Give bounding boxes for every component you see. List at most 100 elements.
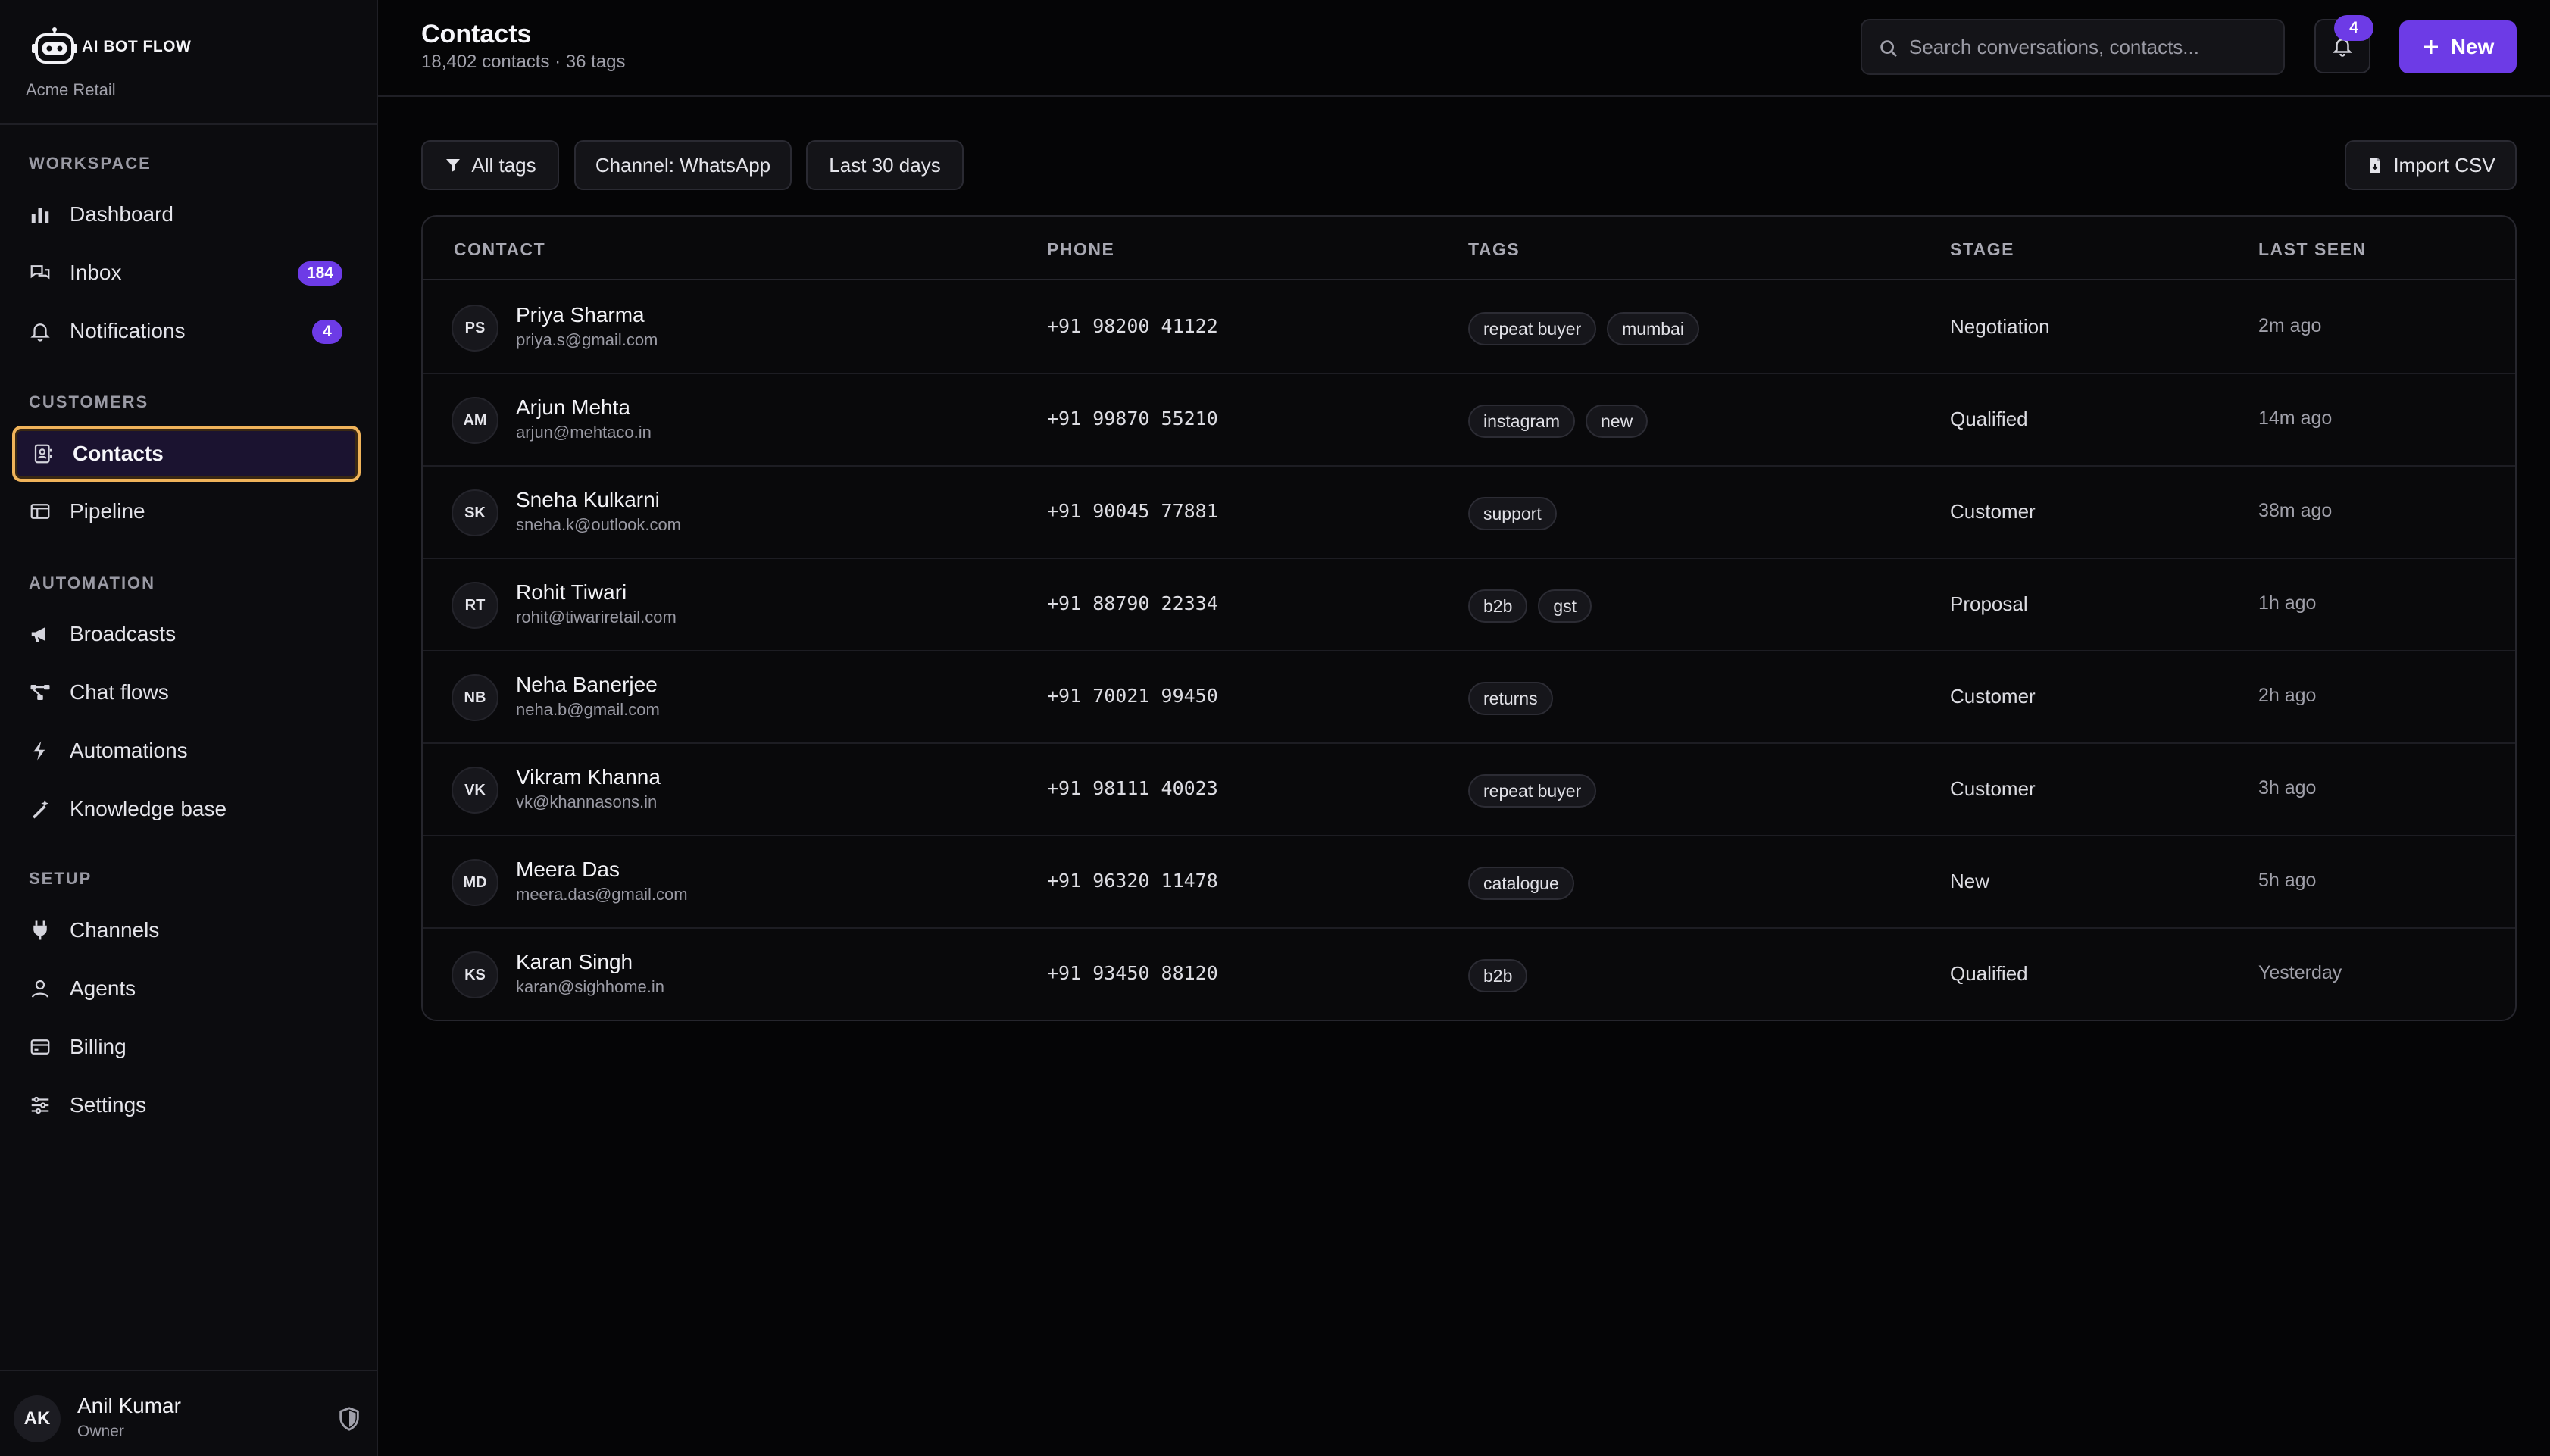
column-header-tags[interactable]: TAGS xyxy=(1468,239,1520,260)
sidebar-item-agents[interactable]: Agents xyxy=(12,962,361,1015)
contact-phone: +91 99870 55210 xyxy=(1047,408,1218,430)
pipeline-board-icon xyxy=(27,498,53,524)
tag-pill[interactable]: instagram xyxy=(1468,405,1575,438)
last-seen: 2m ago xyxy=(2258,315,2322,336)
avatar: PS xyxy=(452,305,498,352)
avatar: KS xyxy=(452,951,498,998)
all-tags-filter[interactable]: All tags xyxy=(421,140,559,190)
table-header: CONTACT PHONE TAGS STAGE LAST SEEN xyxy=(423,217,2515,280)
table-row[interactable]: VK Vikram Khanna vk@khannasons.in +91 98111… xyxy=(423,744,2515,836)
import-csv-button[interactable]: Import CSV xyxy=(2345,140,2517,190)
tag-pill[interactable]: catalogue xyxy=(1468,867,1574,900)
table-row[interactable]: MD Meera Das meera.das@gmail.com +91 96320 … xyxy=(423,836,2515,929)
shield-icon[interactable] xyxy=(336,1406,362,1432)
table-row[interactable]: PS Priya Sharma priya.s@gmail.com +91 98200… xyxy=(423,282,2515,374)
brand-name: AI BOT FLOW xyxy=(82,38,192,55)
contact-name[interactable]: Karan Singh xyxy=(516,950,633,974)
last-seen: 1h ago xyxy=(2258,592,2317,614)
contact-name[interactable]: Neha Banerjee xyxy=(516,673,658,697)
contact-name[interactable]: Rohit Tiwari xyxy=(516,580,627,605)
column-header-last-seen[interactable]: LAST SEEN xyxy=(2258,239,2367,260)
last-seen: 3h ago xyxy=(2258,777,2317,798)
date-range-filter[interactable]: Last 30 days xyxy=(806,140,964,190)
user-name: Anil Kumar xyxy=(77,1394,181,1417)
sidebar-item-contacts[interactable]: Contacts xyxy=(12,426,361,482)
sidebar-item-label: Billing xyxy=(70,1035,127,1058)
table-row[interactable]: AM Arjun Mehta arjun@mehtaco.in +91 99870 5… xyxy=(423,374,2515,467)
search-box[interactable] xyxy=(1861,19,2285,75)
divider xyxy=(0,123,377,125)
sidebar-item-automations[interactable]: Automations xyxy=(12,724,361,777)
filter-label: Channel: WhatsApp xyxy=(595,153,771,177)
contact-stage: Qualified xyxy=(1950,408,2028,430)
contact-email: vk@khannasons.in xyxy=(516,792,658,811)
contact-stage: Customer xyxy=(1950,777,2036,800)
divider xyxy=(0,1370,377,1371)
file-import-icon xyxy=(2370,158,2381,173)
sidebar-item-knowledge-base[interactable]: Knowledge base xyxy=(12,783,361,836)
column-header-stage[interactable]: STAGE xyxy=(1950,239,2014,260)
sidebar-item-chat-flows[interactable]: Chat flows xyxy=(12,666,361,719)
bell-icon xyxy=(27,318,53,344)
sidebar-item-notifications[interactable]: Notifications 4 xyxy=(12,305,361,358)
last-seen: Yesterday xyxy=(2258,962,2342,983)
search-input[interactable] xyxy=(1909,20,2273,73)
sidebar-item-channels[interactable]: Channels xyxy=(12,904,361,957)
sidebar-item-label: Settings xyxy=(70,1093,147,1117)
new-button[interactable]: New xyxy=(2399,20,2517,73)
table-row[interactable]: NB Neha Banerjee neha.b@gmail.com +91 70021… xyxy=(423,651,2515,744)
tag-pill[interactable]: b2b xyxy=(1468,959,1528,992)
sidebar-item-inbox[interactable]: Inbox 184 xyxy=(12,246,361,299)
tag-list: b2b xyxy=(1468,959,1528,992)
column-header-contact[interactable]: CONTACT xyxy=(454,239,545,260)
tag-pill[interactable]: b2b xyxy=(1468,589,1528,623)
tag-pill[interactable]: repeat buyer xyxy=(1468,774,1597,808)
tag-pill[interactable]: repeat buyer xyxy=(1468,312,1597,345)
megaphone-icon xyxy=(27,621,53,647)
table-row[interactable]: KS Karan Singh karan@sighhome.in +91 93450 … xyxy=(423,929,2515,1020)
table-row[interactable]: SK Sneha Kulkarni sneha.k@outlook.com +91 9… xyxy=(423,467,2515,559)
nav-section-setup: SETUP xyxy=(29,869,92,888)
chat-bubbles-icon xyxy=(27,260,53,286)
tag-pill[interactable]: returns xyxy=(1468,682,1553,715)
contact-email: priya.s@gmail.com xyxy=(516,330,658,349)
tag-pill[interactable]: support xyxy=(1468,497,1557,530)
channel-filter[interactable]: Channel: WhatsApp xyxy=(574,140,792,190)
sidebar-item-label: Chat flows xyxy=(70,680,169,704)
inbox-count-badge: 184 xyxy=(297,261,342,286)
plug-icon xyxy=(27,917,53,943)
tag-pill[interactable]: gst xyxy=(1538,589,1592,623)
tag-pill[interactable]: new xyxy=(1585,405,1648,438)
sidebar-item-settings[interactable]: Settings xyxy=(12,1079,361,1132)
contact-stage: Customer xyxy=(1950,685,2036,708)
contact-name[interactable]: Priya Sharma xyxy=(516,303,645,327)
contact-name[interactable]: Arjun Mehta xyxy=(516,395,630,420)
last-seen: 14m ago xyxy=(2258,408,2333,429)
avatar[interactable]: AK xyxy=(14,1395,61,1442)
sidebar-item-label: Notifications xyxy=(70,319,186,342)
sidebar-item-label: Agents xyxy=(70,976,136,1000)
flow-nodes-icon xyxy=(27,680,53,705)
table-row[interactable]: RT Rohit Tiwari rohit@tiwariretail.com +91 … xyxy=(423,559,2515,651)
contact-email: neha.b@gmail.com xyxy=(516,700,660,719)
last-seen: 38m ago xyxy=(2258,500,2333,521)
sidebar-item-broadcasts[interactable]: Broadcasts xyxy=(12,608,361,661)
avatar: AM xyxy=(452,397,498,444)
sidebar-item-dashboard[interactable]: Dashboard xyxy=(12,188,361,241)
contact-name[interactable]: Sneha Kulkarni xyxy=(516,488,660,512)
sidebar-item-billing[interactable]: Billing xyxy=(12,1020,361,1073)
contact-email: sneha.k@outlook.com xyxy=(516,515,682,534)
sidebar-item-pipeline[interactable]: Pipeline xyxy=(12,485,361,538)
tag-pill[interactable]: mumbai xyxy=(1607,312,1699,345)
sliders-icon xyxy=(27,1092,53,1118)
avatar: RT xyxy=(452,582,498,629)
tag-list: returns xyxy=(1468,682,1553,715)
sidebar: AI BOT FLOW Acme Retail WORKSPACE Dashbo… xyxy=(0,0,378,1456)
contact-name[interactable]: Meera Das xyxy=(516,858,620,882)
brand: AI BOT FLOW Acme Retail xyxy=(26,20,359,99)
tag-list: instagram new xyxy=(1468,405,1648,438)
contact-name[interactable]: Vikram Khanna xyxy=(516,765,661,789)
column-header-phone[interactable]: PHONE xyxy=(1047,239,1114,260)
contact-stage: Negotiation xyxy=(1950,315,2050,338)
sidebar-item-label: Knowledge base xyxy=(70,797,227,820)
